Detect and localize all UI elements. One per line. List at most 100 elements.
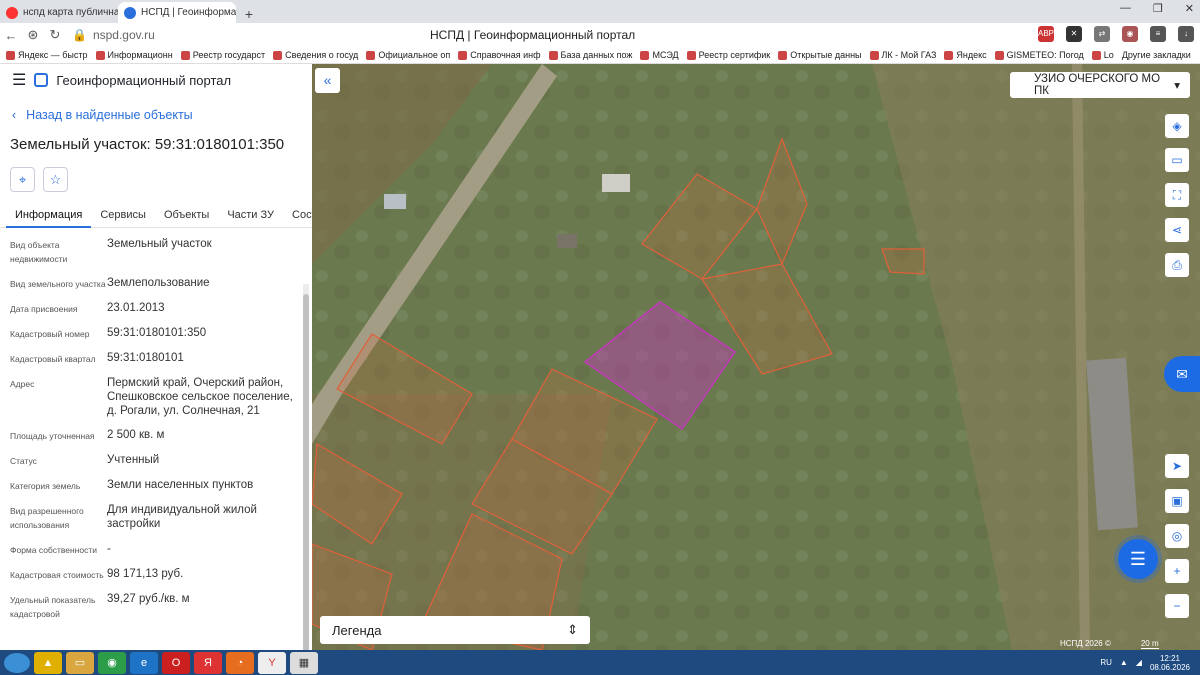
network-icon[interactable]: ▲ [1120,658,1128,667]
bookmarks-bar: Яндекс — быстр Информационн Реестр государ… [0,47,1200,64]
clock[interactable]: 12:21 08.06.2026 [1150,654,1190,672]
maximize-icon[interactable]: ❐ [1153,2,1163,15]
menu-icon[interactable]: ≡ [1150,26,1166,42]
ie-icon[interactable]: e [130,651,158,674]
tab-2[interactable]: Объекты [155,204,218,228]
property-row: Вид земельного участка Землепользование [10,276,312,291]
bookmark-label: Открытые данны [790,50,862,60]
chat-bubble-icon[interactable]: ☰ [1118,539,1158,579]
tab-0[interactable]: Информация [6,204,92,228]
bookmark-item[interactable]: ЛК - Мой ГАЗ [869,50,936,60]
firefox-icon[interactable]: ◔ [226,651,254,674]
start-button-icon[interactable] [4,652,30,673]
other-bookmarks[interactable]: Другие закладки [1122,50,1200,60]
url-text: nspd.gov.ru [92,28,155,42]
share-icon[interactable]: ⋖ [1165,218,1189,242]
bookmark-item[interactable]: Яндекс — быстр [6,50,88,60]
property-label: Площадь уточненная [10,431,95,441]
adblock-icon[interactable]: ABP [1038,26,1054,42]
close-window-icon[interactable]: ✕ [1185,2,1194,15]
chrome-icon[interactable]: ◉ [98,651,126,674]
extension-icon[interactable]: ⊛ [22,27,44,43]
property-value: Пермский край, Очерский район, Спешковск… [107,377,293,417]
bookmark-favicon-icon [994,50,1004,60]
bookmark-item[interactable]: Реестр государст [180,50,265,60]
clock-date: 08.06.2026 [1149,662,1190,672]
bookmark-favicon-icon [95,50,105,60]
bookmark-item[interactable]: База данных пож [548,50,633,60]
extension-x-icon[interactable]: ✕ [1066,26,1082,42]
select-area-icon[interactable]: ⛶ [1165,183,1189,207]
legend-dropdown[interactable]: Легенда ⇕ [320,616,590,644]
bookmark-item[interactable]: Информационн [95,50,173,60]
opera-icon[interactable]: O [162,651,190,674]
hamburger-menu-icon[interactable]: ☰ [12,70,26,90]
property-label: Вид разрешенного использования [10,506,84,530]
download-icon[interactable]: ↓ [1178,26,1194,42]
bookmark-item[interactable]: Справочная инф [458,50,541,60]
bookmark-label: База данных пож [560,50,633,60]
attribution-text: НСПД 2026 © [1060,639,1111,648]
volume-icon[interactable]: ◢ [1136,658,1142,667]
tab-3[interactable]: Части ЗУ [218,204,283,228]
bookmark-item[interactable]: GISMETEO: Погод [994,50,1084,60]
locate-on-map-button[interactable]: ⌖ [10,167,35,192]
object-actions: ⌖ ☆ [10,167,312,192]
layer-select-value: УЗИО ОЧЕРСКОГО МО ПК [1034,73,1161,97]
bookmark-favicon-icon [180,50,190,60]
navigate-icon[interactable]: ➤ [1165,454,1189,478]
calendar-icon[interactable]: ▦ [290,651,318,674]
bookmark-favicon-icon [686,50,696,60]
profile-icon[interactable]: ◉ [1122,26,1138,42]
property-label: Кадастровая стоимость [10,570,104,580]
reload-icon[interactable]: ↻ [44,27,66,43]
browser-tab-1[interactable]: нспд карта публичная кад [0,2,118,23]
language-indicator[interactable]: RU [1100,658,1112,667]
clock-time: 12:21 [1159,653,1180,663]
sidebar-scrollbar[interactable] [303,284,309,650]
zoom-in-button[interactable]: + [1165,559,1189,583]
yandex-browser-icon[interactable]: Y [258,651,286,674]
toolbar-icons: ABP ✕ ⇄ ◉ ≡ ↓ [1038,26,1194,42]
new-tab-button[interactable]: + [240,5,258,23]
side-chat-icon[interactable]: ✉ [1164,356,1200,392]
taskbar-app-icon[interactable]: ▲ [34,651,62,674]
minimize-icon[interactable]: — [1120,2,1131,15]
browser-tab-2[interactable]: НСПД | Геоинформацио ✕ [118,2,236,23]
bookmark-item[interactable]: Lo [1091,50,1114,60]
app-title: Геоинформационный портал [56,72,232,88]
tab-1[interactable]: Сервисы [91,204,155,228]
yandex-app-icon[interactable]: Я [194,651,222,674]
property-row: Вид разрешенного использования Для индиви… [10,503,312,532]
property-row: Кадастровая стоимость 98 171,13 руб. [10,567,312,582]
favorite-star-button[interactable]: ☆ [43,167,68,192]
geolocation-icon[interactable]: ◎ [1165,524,1189,548]
map-view[interactable]: « УЗИО ОЧЕРСКОГО МО ПК ▾ ◈ ▭ ⛶ ⋖ ⎙ ✉ ➤ ▣… [312,64,1200,650]
print-icon[interactable]: ⎙ [1165,253,1189,277]
bookmark-item[interactable]: Открытые данны [778,50,862,60]
bookmark-favicon-icon [1091,50,1101,60]
bookmark-item[interactable]: Реестр сертифик [686,50,770,60]
property-row: Вид объекта недвижимости Земельный участо… [10,237,312,266]
bookmark-item[interactable]: Яндекс [944,50,987,60]
zoom-out-button[interactable]: − [1165,594,1189,618]
bookmark-item[interactable]: Официальное оп [366,50,450,60]
bookmark-item[interactable]: МСЭД [640,50,679,60]
back-to-results-link[interactable]: ‹ Назад в найденные объекты [12,108,312,122]
browser-tab-strip: нспд карта публичная кад НСПД | Геоинфор… [0,0,1200,23]
sync-icon[interactable]: ⇄ [1094,26,1110,42]
layer-select[interactable]: УЗИО ОЧЕРСКОГО МО ПК ▾ [1010,72,1190,98]
tab-4[interactable]: Состав [283,204,312,228]
address-bar[interactable]: 🔒 nspd.gov.ru [72,28,322,42]
scrollbar-thumb[interactable] [303,294,309,650]
layers-icon[interactable]: ◈ [1165,114,1189,138]
property-label: Адрес [10,379,35,389]
bookmark-item[interactable]: Сведения о госуд [273,50,358,60]
property-label: Категория земель [10,481,81,491]
bookmark-label: Официальное оп [378,50,451,60]
explorer-icon[interactable]: ▭ [66,651,94,674]
basemap-icon[interactable]: ▣ [1165,489,1189,513]
back-arrow-icon[interactable]: ← [0,28,22,43]
collapse-panel-button[interactable]: « [315,68,340,93]
ruler-icon[interactable]: ▭ [1165,148,1189,172]
